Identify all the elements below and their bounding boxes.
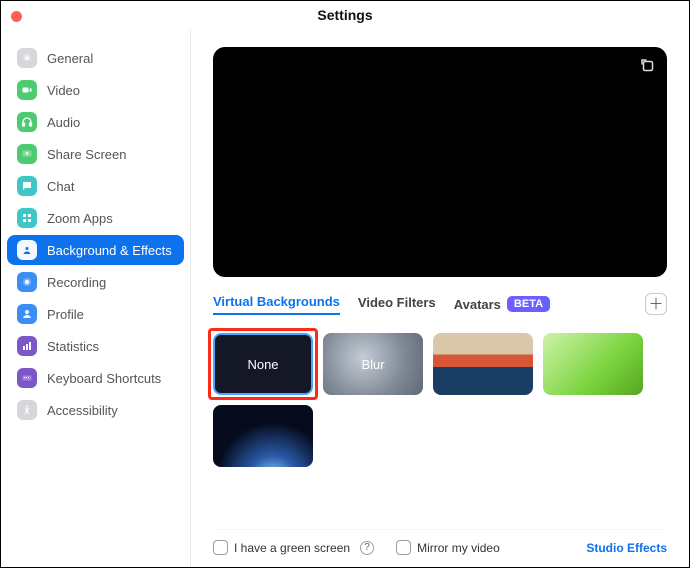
sidebar-item-label: Recording <box>47 275 106 290</box>
bg-option-earth[interactable] <box>213 405 313 467</box>
sidebar-item-label: Chat <box>47 179 74 194</box>
sidebar-item-label: Statistics <box>47 339 99 354</box>
sidebar-item-share-screen[interactable]: Share Screen <box>7 139 184 169</box>
help-icon[interactable]: ? <box>360 541 374 555</box>
sidebar: General Video Audio Share Screen Chat <box>1 29 191 567</box>
apps-icon <box>17 208 37 228</box>
recording-icon <box>17 272 37 292</box>
beta-badge: BETA <box>507 296 550 312</box>
sidebar-item-label: Zoom Apps <box>47 211 113 226</box>
share-screen-icon <box>17 144 37 164</box>
gear-icon <box>17 48 37 68</box>
bg-option-grass[interactable] <box>543 333 643 395</box>
checkbox-icon <box>396 540 411 555</box>
studio-effects-link[interactable]: Studio Effects <box>586 541 667 555</box>
rotate-icon[interactable] <box>639 57 657 80</box>
tab-virtual-backgrounds[interactable]: Virtual Backgrounds <box>213 294 340 315</box>
sidebar-item-audio[interactable]: Audio <box>7 107 184 137</box>
headphones-icon <box>17 112 37 132</box>
sidebar-item-chat[interactable]: Chat <box>7 171 184 201</box>
accessibility-icon <box>17 400 37 420</box>
bg-option-bridge[interactable] <box>433 333 533 395</box>
sidebar-item-profile[interactable]: Profile <box>7 299 184 329</box>
sidebar-item-statistics[interactable]: Statistics <box>7 331 184 361</box>
main-panel: Virtual Backgrounds Video Filters Avatar… <box>191 29 689 567</box>
checkbox-label: Mirror my video <box>417 541 500 555</box>
statistics-icon <box>17 336 37 356</box>
sidebar-item-label: General <box>47 51 93 66</box>
sidebar-item-video[interactable]: Video <box>7 75 184 105</box>
tab-avatars-group[interactable]: Avatars BETA <box>454 296 550 312</box>
sidebar-item-label: Video <box>47 83 80 98</box>
sidebar-item-label: Keyboard Shortcuts <box>47 371 161 386</box>
sidebar-item-label: Background & Effects <box>47 243 172 258</box>
keyboard-icon <box>17 368 37 388</box>
green-screen-checkbox[interactable]: I have a green screen <box>213 540 350 555</box>
bg-label: None <box>247 357 278 372</box>
bg-option-none[interactable]: None <box>213 333 313 395</box>
sidebar-item-label: Audio <box>47 115 80 130</box>
checkbox-icon <box>213 540 228 555</box>
chat-icon <box>17 176 37 196</box>
titlebar: Settings <box>1 1 689 29</box>
window-title: Settings <box>1 7 689 23</box>
sidebar-item-label: Accessibility <box>47 403 118 418</box>
video-preview <box>213 47 667 277</box>
background-effects-icon <box>17 240 37 260</box>
bg-option-blur[interactable]: Blur <box>323 333 423 395</box>
bg-label: Blur <box>361 357 384 372</box>
footer: I have a green screen ? Mirror my video … <box>213 529 667 555</box>
sidebar-item-zoom-apps[interactable]: Zoom Apps <box>7 203 184 233</box>
video-icon <box>17 80 37 100</box>
sidebar-item-recording[interactable]: Recording <box>7 267 184 297</box>
sidebar-item-accessibility[interactable]: Accessibility <box>7 395 184 425</box>
sidebar-item-background-effects[interactable]: Background & Effects <box>7 235 184 265</box>
content: General Video Audio Share Screen Chat <box>1 29 689 567</box>
background-thumbnails: None Blur <box>213 333 667 467</box>
sidebar-item-label: Share Screen <box>47 147 127 162</box>
sidebar-item-general[interactable]: General <box>7 43 184 73</box>
checkbox-label: I have a green screen <box>234 541 350 555</box>
sidebar-item-label: Profile <box>47 307 84 322</box>
profile-icon <box>17 304 37 324</box>
plus-icon: ＋ <box>648 297 663 312</box>
tabs: Virtual Backgrounds Video Filters Avatar… <box>213 293 667 315</box>
mirror-video-checkbox[interactable]: Mirror my video <box>396 540 500 555</box>
tab-video-filters[interactable]: Video Filters <box>358 295 436 314</box>
add-background-button[interactable]: ＋ <box>645 293 667 315</box>
window-controls[interactable] <box>11 9 22 27</box>
sidebar-item-keyboard-shortcuts[interactable]: Keyboard Shortcuts <box>7 363 184 393</box>
tab-avatars: Avatars <box>454 297 501 312</box>
close-icon[interactable] <box>11 11 22 22</box>
